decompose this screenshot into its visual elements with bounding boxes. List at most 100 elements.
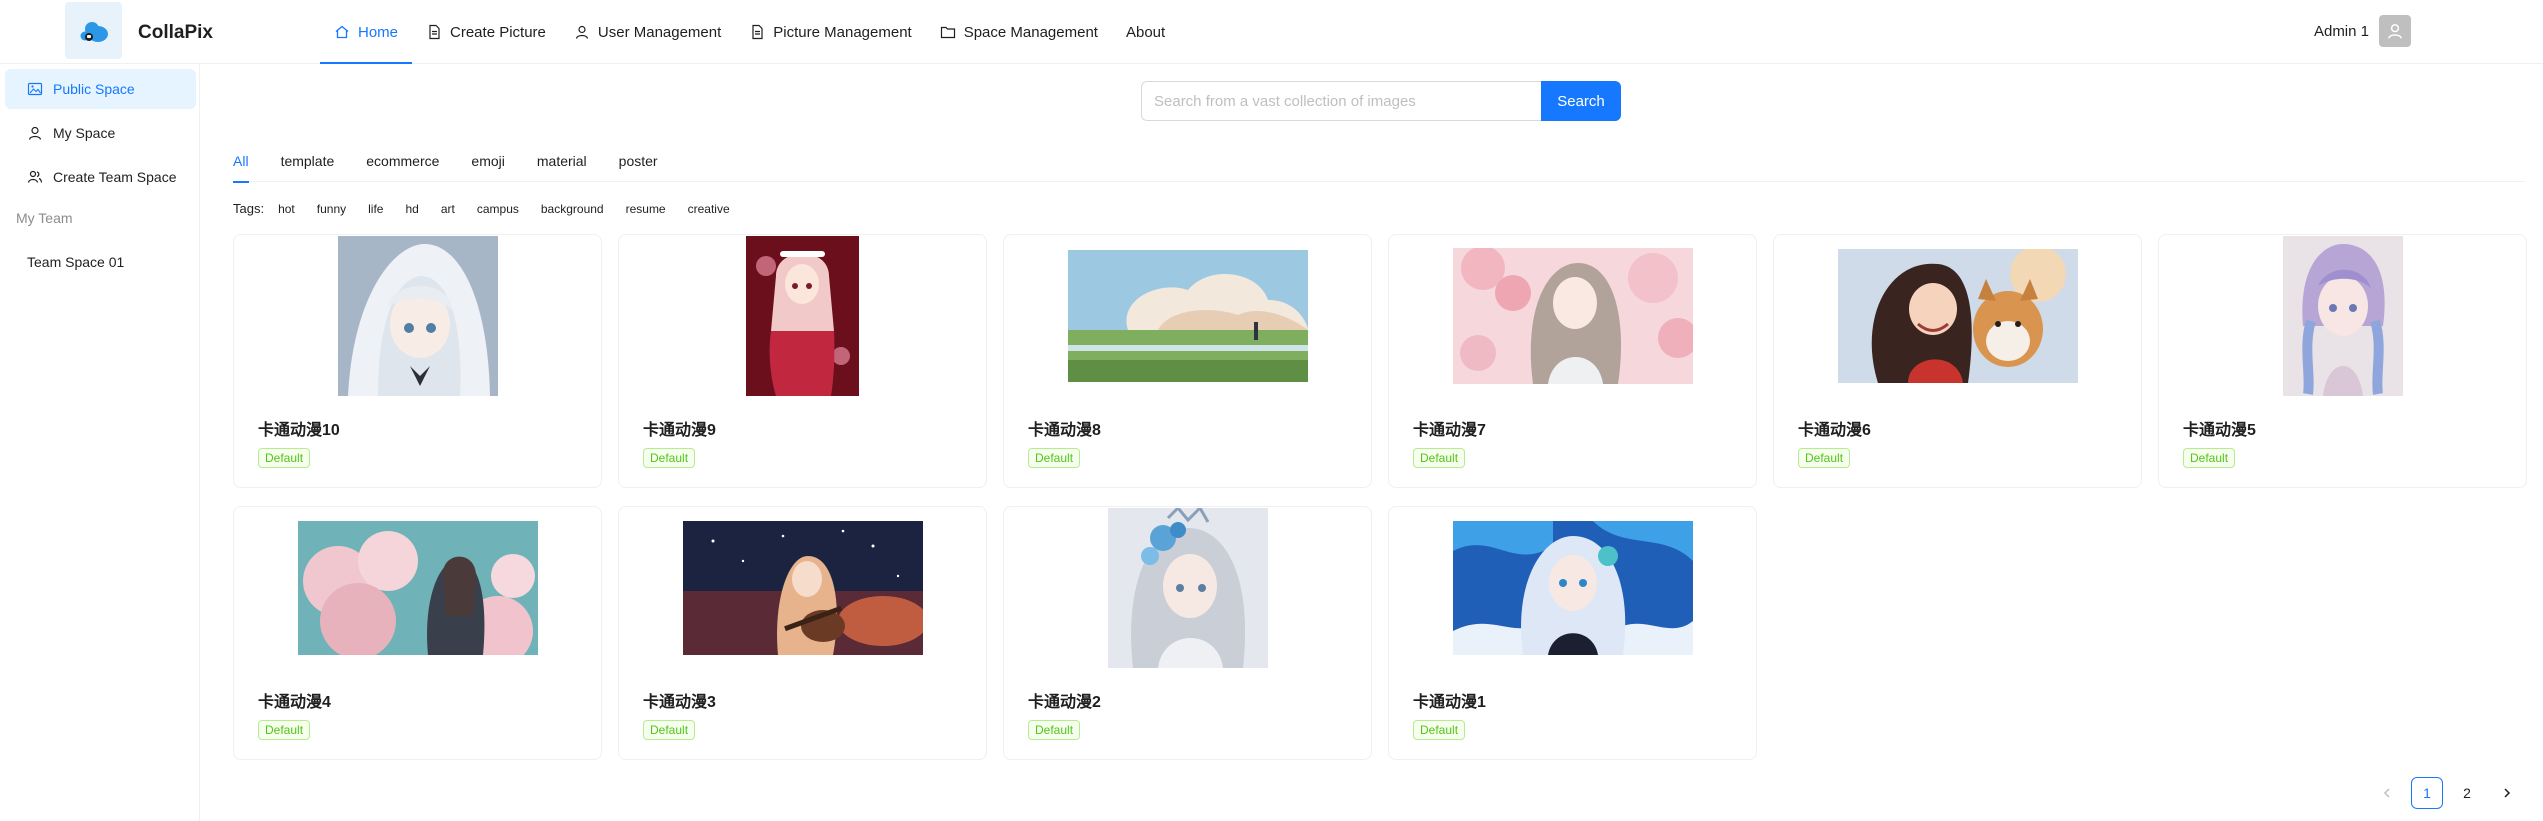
nav-about-label: About <box>1125 23 1166 41</box>
picture-title: 卡通动漫8 <box>1028 422 1101 439</box>
tag-art[interactable]: art <box>441 202 455 216</box>
nav-picture-management[interactable]: Picture Management <box>735 0 925 64</box>
tab-poster[interactable]: poster <box>619 140 658 182</box>
main-nav: Home Create Picture User Management Pict… <box>320 0 1179 64</box>
picture-thumbnail <box>1004 235 1371 397</box>
picture-category-tag: Default <box>1028 448 1081 468</box>
pagination-page-1[interactable]: 1 <box>2411 777 2443 809</box>
anime-girl-cherry-blossom-image <box>1452 248 1693 384</box>
picture-card[interactable]: 卡通动漫3 Default <box>618 506 987 760</box>
file-icon <box>429 24 440 40</box>
sidebar-item-label: Create Team Space <box>53 169 177 185</box>
anime-girl-red-dress-image <box>746 236 859 396</box>
anime-girl-pink-clouds-image <box>297 521 538 655</box>
tags-label: Tags: <box>233 201 265 216</box>
tab-emoji[interactable]: emoji <box>471 140 504 182</box>
nav-create-picture[interactable]: Create Picture <box>412 0 560 64</box>
tab-template[interactable]: template <box>281 140 335 182</box>
picture-card[interactable]: 卡通动漫7 Default <box>1388 234 1757 488</box>
picture-thumbnail <box>1004 507 1371 669</box>
picture-thumbnail <box>234 235 601 397</box>
picture-card[interactable]: 卡通动漫1 Default <box>1388 506 1757 760</box>
user-icon <box>28 126 42 140</box>
team-icon <box>27 170 43 183</box>
user-name: Admin 1 <box>2313 22 2369 40</box>
picture-thumbnail <box>619 235 986 397</box>
tag-funny[interactable]: funny <box>317 202 346 216</box>
picture-grid: 卡通动漫10 Default 卡通动漫9 Default 卡通动漫8 Defau… <box>233 234 2527 760</box>
picture-category-tag: Default <box>258 720 311 740</box>
pagination-page-2[interactable]: 2 <box>2451 777 2483 809</box>
tag-creative[interactable]: creative <box>688 202 730 216</box>
picture-category-tag: Default <box>1413 720 1466 740</box>
anime-girl-guitar-stars-image <box>682 521 923 655</box>
app-logo[interactable] <box>65 2 122 59</box>
folder-icon <box>940 26 955 39</box>
tag-filter: Tags: hot funny life hd art campus backg… <box>233 201 752 216</box>
sidebar: Public Space My Space Create Team Space … <box>0 64 200 821</box>
user-avatar-icon <box>2388 24 2402 39</box>
tag-life[interactable]: life <box>368 202 383 216</box>
sidebar-item-label: My Space <box>53 125 116 141</box>
picture-thumbnail <box>1389 507 1756 669</box>
top-header: CollaPix Home Create Picture User Manage… <box>0 0 2543 64</box>
tag-resume[interactable]: resume <box>626 202 666 216</box>
picture-card[interactable]: 卡通动漫9 Default <box>618 234 987 488</box>
picture-title: 卡通动漫5 <box>2183 422 2256 439</box>
picture-title: 卡通动漫10 <box>258 422 340 439</box>
nav-user-management[interactable]: User Management <box>560 0 735 64</box>
picture-icon <box>27 82 43 96</box>
picture-title: 卡通动漫6 <box>1798 422 1871 439</box>
anime-girl-braids-image <box>2282 236 2403 396</box>
nav-picture-management-label: Picture Management <box>773 23 912 41</box>
sidebar-item-public-space[interactable]: Public Space <box>5 69 196 109</box>
picture-thumbnail <box>1389 235 1756 397</box>
search-input[interactable] <box>1141 81 1541 121</box>
picture-title: 卡通动漫3 <box>643 694 716 711</box>
nav-home-label: Home <box>358 23 399 41</box>
picture-category-tag: Default <box>643 720 696 740</box>
picture-card[interactable]: 卡通动漫5 Default <box>2158 234 2527 488</box>
tag-campus[interactable]: campus <box>477 202 519 216</box>
app-title: CollaPix <box>138 22 213 43</box>
sidebar-item-label: Team Space 01 <box>27 254 125 270</box>
avatar[interactable] <box>2379 15 2411 47</box>
tab-material[interactable]: material <box>537 140 587 182</box>
nav-user-management-label: User Management <box>597 23 722 41</box>
user-menu[interactable]: Admin 1 <box>2314 15 2411 47</box>
pagination-next[interactable] <box>2491 777 2523 809</box>
tag-hot[interactable]: hot <box>278 202 295 216</box>
picture-thumbnail <box>2159 235 2526 397</box>
picture-card[interactable]: 卡通动漫2 Default <box>1003 506 1372 760</box>
picture-title: 卡通动漫7 <box>1413 422 1486 439</box>
nav-home[interactable]: Home <box>320 0 413 64</box>
search-bar: Search <box>1141 81 1621 121</box>
sidebar-item-create-team-space[interactable]: Create Team Space <box>5 157 196 197</box>
picture-card[interactable]: 卡通动漫10 Default <box>233 234 602 488</box>
pagination: 1 2 <box>2363 777 2523 809</box>
tag-background[interactable]: background <box>541 202 604 216</box>
picture-title: 卡通动漫1 <box>1413 694 1486 711</box>
pagination-prev[interactable] <box>2371 777 2403 809</box>
search-button[interactable]: Search <box>1541 81 1621 121</box>
tag-hd[interactable]: hd <box>405 202 418 216</box>
nav-space-management-label: Space Management <box>963 23 1098 41</box>
picture-card[interactable]: 卡通动漫6 Default <box>1773 234 2142 488</box>
picture-title: 卡通动漫4 <box>258 694 331 711</box>
sidebar-item-team-space-01[interactable]: Team Space 01 <box>5 242 196 282</box>
picture-card[interactable]: 卡通动漫4 Default <box>233 506 602 760</box>
tab-ecommerce[interactable]: ecommerce <box>366 140 439 182</box>
category-tabs: All template ecommerce emoji material po… <box>233 140 2525 183</box>
chevron-left-icon <box>2383 788 2390 798</box>
anime-girl-hood-image <box>337 236 498 396</box>
picture-title: 卡通动漫9 <box>643 422 716 439</box>
home-icon <box>335 25 349 39</box>
picture-card[interactable]: 卡通动漫8 Default <box>1003 234 1372 488</box>
nav-space-management[interactable]: Space Management <box>926 0 1112 64</box>
nav-about[interactable]: About <box>1112 0 1179 64</box>
picture-thumbnail <box>1774 235 2141 397</box>
anime-girl-blue-waves-image <box>1452 521 1693 655</box>
sidebar-item-label: Public Space <box>53 81 135 97</box>
sidebar-item-my-space[interactable]: My Space <box>5 113 196 153</box>
tab-all[interactable]: All <box>233 140 249 183</box>
